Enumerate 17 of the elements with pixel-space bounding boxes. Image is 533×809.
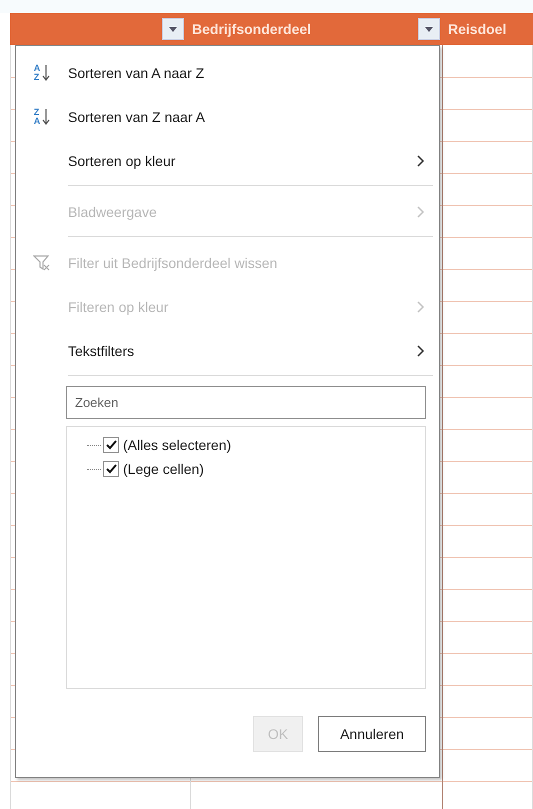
- menu-item[interactable]: Sorteren op kleur: [16, 139, 439, 183]
- search-field[interactable]: Zoeken: [66, 386, 426, 419]
- checkbox[interactable]: [103, 461, 119, 477]
- column-header: Bedrijfsonderdeel: [192, 21, 312, 37]
- clear-filter-icon: [33, 254, 51, 272]
- menu-item[interactable]: A Z Sorteren van A naar Z: [16, 51, 439, 95]
- value-label: (Lege cellen): [123, 461, 204, 477]
- cancel-button[interactable]: Annuleren: [318, 716, 426, 752]
- caret-icon: [425, 26, 433, 32]
- value-label: (Alles selecteren): [123, 437, 232, 453]
- menu-item[interactable]: Z A Sorteren van Z naar A: [16, 95, 439, 139]
- column-header: Reisdoel: [448, 21, 506, 37]
- menu-item[interactable]: Tekstfilters: [16, 329, 439, 373]
- checkbox[interactable]: [103, 437, 119, 453]
- caret-icon: [169, 26, 177, 32]
- filter-dropdown-button[interactable]: [418, 18, 440, 40]
- filter-dropdown-button[interactable]: [162, 18, 184, 40]
